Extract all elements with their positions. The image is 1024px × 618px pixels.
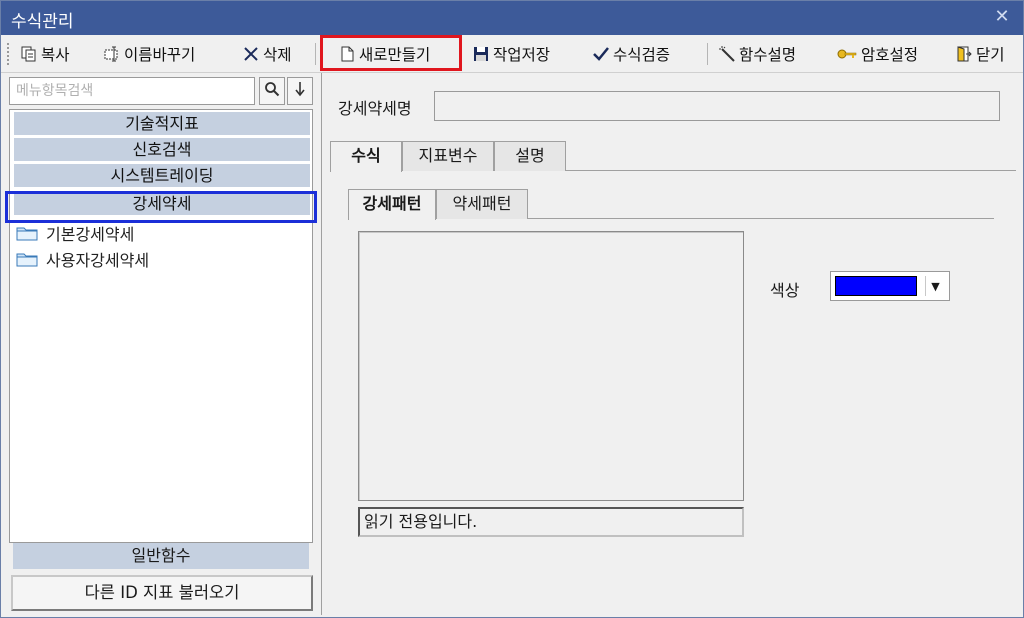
delete-label: 삭제 xyxy=(263,46,292,64)
toolbar-separator xyxy=(315,43,316,65)
magic-wand-icon xyxy=(719,46,735,62)
new-button-highlight xyxy=(320,35,462,71)
load-other-id-button[interactable]: 다른 ID 지표 불러오기 xyxy=(11,575,313,611)
color-dropdown[interactable]: ▼ xyxy=(830,271,950,301)
save-label: 작업저장 xyxy=(493,46,551,64)
delete-button[interactable]: 삭제 xyxy=(243,41,292,67)
toolbar-separator xyxy=(707,43,708,65)
window-title: 수식관리 xyxy=(11,12,74,32)
exit-door-icon xyxy=(956,46,972,62)
exit-label: 닫기 xyxy=(976,46,1005,64)
tab-strong-pattern[interactable]: 강세패턴 xyxy=(348,189,436,220)
sort-down-button[interactable] xyxy=(287,77,313,105)
search-icon xyxy=(264,81,280,101)
function-description-label: 함수설명 xyxy=(739,46,797,64)
rename-button[interactable]: 이름바꾸기 xyxy=(104,41,195,67)
tree-item-basic[interactable]: 기본강세약세 xyxy=(16,222,134,244)
formula-manager-window: 수식관리 ✕ 복사 이름바꾸기 삭제 새로만들기 작업저장 수식검증 함수설명 … xyxy=(0,0,1024,618)
folder-icon xyxy=(16,251,38,267)
password-label: 암호설정 xyxy=(861,46,919,64)
save-button[interactable]: 작업저장 xyxy=(473,41,550,67)
verify-label: 수식검증 xyxy=(613,46,671,64)
rename-icon xyxy=(104,46,120,62)
main-panel: 강세약세명 수식 지표변수 설명 강세패턴 약세패턴 읽기 전용입니다. 색상 … xyxy=(321,73,1021,615)
tab-description[interactable]: 설명 xyxy=(494,141,566,171)
key-icon xyxy=(837,46,857,62)
exit-button[interactable]: 닫기 xyxy=(956,41,1005,67)
title-bar: 수식관리 ✕ xyxy=(1,1,1023,35)
copy-icon xyxy=(21,46,37,62)
menu-search-input[interactable] xyxy=(10,78,254,104)
save-disk-icon xyxy=(473,46,489,62)
formula-editor[interactable] xyxy=(358,231,744,501)
toolbar: 복사 이름바꾸기 삭제 새로만들기 작업저장 수식검증 함수설명 암호설정 닫기 xyxy=(1,35,1023,73)
category-highlight xyxy=(5,191,317,223)
chevron-down-icon: ▼ xyxy=(925,276,945,296)
folder-icon xyxy=(16,225,38,241)
category-signal-search[interactable]: 신호검색 xyxy=(14,138,310,162)
tab-weak-pattern[interactable]: 약세패턴 xyxy=(436,189,528,219)
menu-tree: 기술적지표 신호검색 시스템트레이딩 강세약세 기본강세약세 사용자강세약세 xyxy=(9,109,313,543)
checkmark-icon xyxy=(593,46,609,62)
read-only-status: 읽기 전용입니다. xyxy=(358,507,744,537)
verify-button[interactable]: 수식검증 xyxy=(593,41,670,67)
main-tabs: 수식 지표변수 설명 xyxy=(330,141,1016,172)
close-icon[interactable]: ✕ xyxy=(993,7,1011,27)
arrow-down-icon xyxy=(294,81,306,101)
name-input[interactable] xyxy=(435,92,999,120)
sidebar: 기술적지표 신호검색 시스템트레이딩 강세약세 기본강세약세 사용자강세약세 일… xyxy=(5,73,317,615)
color-label: 색상 xyxy=(770,281,800,300)
search-button[interactable] xyxy=(259,77,285,105)
tree-item-label: 사용자강세약세 xyxy=(46,251,150,270)
copy-button[interactable]: 복사 xyxy=(21,41,70,67)
name-field[interactable] xyxy=(434,91,1000,121)
tree-item-label: 기본강세약세 xyxy=(46,225,135,244)
function-description-button[interactable]: 함수설명 xyxy=(719,41,796,67)
delete-icon xyxy=(243,46,259,62)
menu-search-field[interactable] xyxy=(9,77,255,105)
tree-item-user[interactable]: 사용자강세약세 xyxy=(16,248,149,270)
category-technical-indicators[interactable]: 기술적지표 xyxy=(14,112,310,136)
pattern-tabs: 강세패턴 약세패턴 xyxy=(348,189,994,220)
category-system-trading[interactable]: 시스템트레이딩 xyxy=(14,164,310,188)
tab-formula[interactable]: 수식 xyxy=(330,141,402,172)
tab-variables[interactable]: 지표변수 xyxy=(402,141,494,171)
copy-label: 복사 xyxy=(41,46,70,64)
category-general-functions[interactable]: 일반함수 xyxy=(13,543,309,569)
rename-label: 이름바꾸기 xyxy=(124,46,196,64)
password-button[interactable]: 암호설정 xyxy=(837,41,918,67)
color-swatch xyxy=(835,276,917,296)
name-label: 강세약세명 xyxy=(338,99,412,118)
toolbar-grip[interactable] xyxy=(7,43,10,65)
